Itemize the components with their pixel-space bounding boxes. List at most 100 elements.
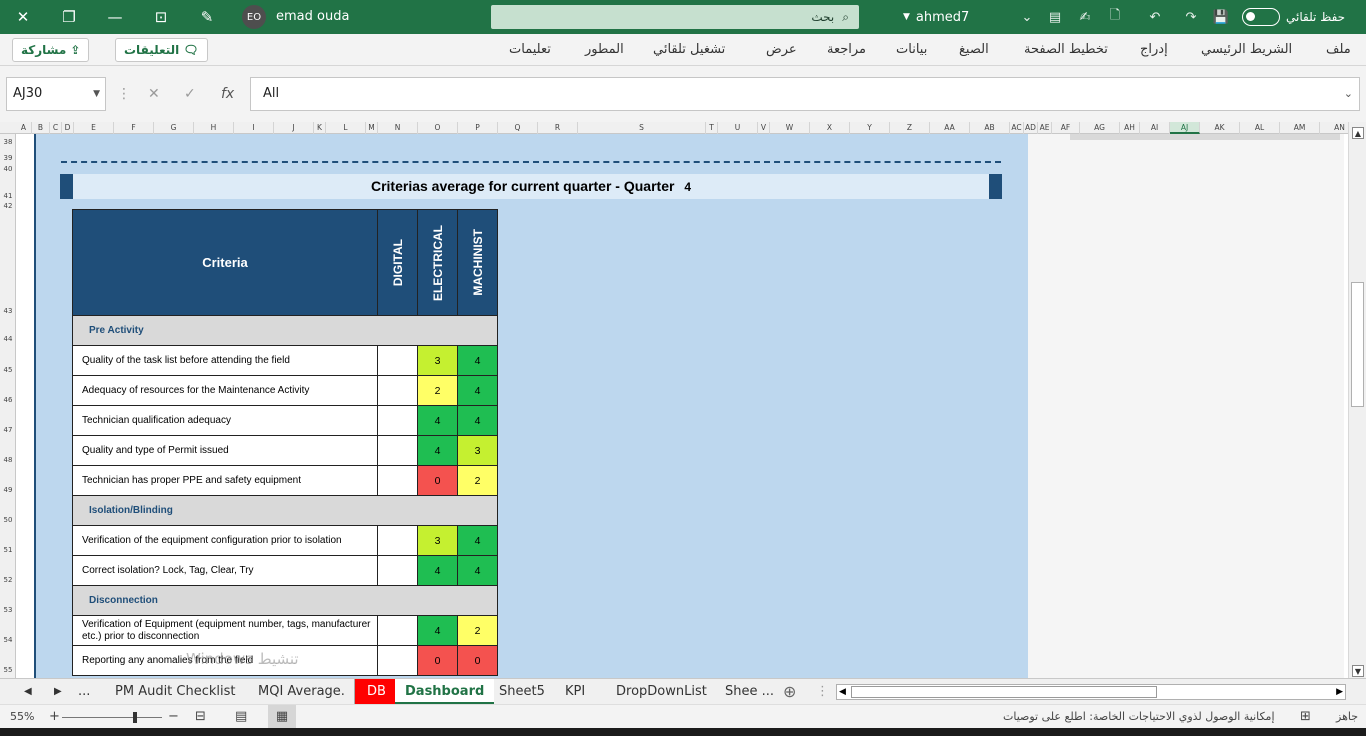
row-header-55[interactable]: 55	[0, 666, 15, 674]
machinist-value[interactable]: 0	[457, 645, 498, 676]
column-header-ad[interactable]: AD	[1024, 122, 1038, 134]
zoom-slider[interactable]	[62, 717, 162, 718]
column-header-x[interactable]: X	[810, 122, 850, 134]
digital-value[interactable]	[377, 375, 418, 406]
criteria-label[interactable]: Verification of the equipment configurat…	[72, 525, 378, 556]
edit-icon[interactable]: ✍	[1072, 0, 1098, 34]
tab-page-layout[interactable]: تخطيط الصفحة	[1024, 34, 1108, 66]
machinist-value[interactable]: 4	[457, 375, 498, 406]
customize-qat-icon[interactable]: ⌄	[1014, 0, 1040, 34]
scroll-down-icon[interactable]: ▼	[1352, 665, 1364, 677]
zoom-out-icon[interactable]: −	[168, 705, 179, 729]
row-header-42[interactable]: 42	[0, 202, 15, 210]
file-name-dropdown[interactable]: ▼ ahmed7	[903, 0, 969, 34]
machinist-value[interactable]: 3	[457, 435, 498, 466]
name-box[interactable]: AJ30 ▼	[6, 77, 106, 111]
row-header-53[interactable]: 53	[0, 606, 15, 614]
criteria-label[interactable]: Technician qualification adequacy	[72, 405, 378, 436]
row-header-40[interactable]: 40	[0, 165, 15, 173]
column-header-u[interactable]: U	[718, 122, 758, 134]
row-header-38[interactable]: 38	[0, 138, 15, 146]
tab-sheet-truncated[interactable]: Shee ...	[725, 679, 774, 705]
column-header-w[interactable]: W	[770, 122, 810, 134]
row-header-43[interactable]: 43	[0, 307, 15, 315]
column-header-b[interactable]: B	[32, 122, 50, 134]
column-header-y[interactable]: Y	[850, 122, 890, 134]
vertical-scroll-thumb[interactable]	[1351, 282, 1364, 407]
column-header-ak[interactable]: AK	[1200, 122, 1240, 134]
electrical-value[interactable]: 4	[417, 435, 458, 466]
tab-dashboard[interactable]: Dashboard	[395, 679, 495, 705]
tab-mqi-average[interactable]: MQI Average.	[258, 679, 345, 705]
row-header-47[interactable]: 47	[0, 426, 15, 434]
column-header-f[interactable]: F	[114, 122, 154, 134]
autosave-toggle[interactable]: حفظ تلقائي	[1242, 0, 1345, 34]
electrical-value[interactable]: 3	[417, 525, 458, 556]
criteria-label[interactable]: Quality and type of Permit issued	[72, 435, 378, 466]
column-header-z[interactable]: Z	[890, 122, 930, 134]
criteria-label[interactable]: Verification of Equipment (equipment num…	[72, 615, 378, 646]
column-header-ah[interactable]: AH	[1120, 122, 1140, 134]
close-icon[interactable]: ✕	[0, 0, 46, 34]
minimize-icon[interactable]: —	[92, 0, 138, 34]
search-box[interactable]: بحث ⌕	[491, 5, 859, 29]
tab-dropdownlist[interactable]: DropDownList	[616, 679, 707, 705]
row-header-46[interactable]: 46	[0, 396, 15, 404]
form-icon[interactable]: ▤	[1042, 0, 1068, 34]
machinist-value[interactable]: 4	[457, 555, 498, 586]
column-header-aj[interactable]: AJ	[1170, 122, 1200, 134]
enter-icon[interactable]: ✓	[184, 77, 196, 111]
column-header-d[interactable]: D	[62, 122, 74, 134]
comments-button[interactable]: التعليقات 🗨	[115, 38, 208, 62]
pen-icon[interactable]: ✎	[184, 0, 230, 34]
tab-splitter-icon[interactable]: ⋮	[816, 679, 829, 705]
digital-value[interactable]	[377, 345, 418, 376]
machinist-value[interactable]: 4	[457, 405, 498, 436]
tab-insert[interactable]: إدراج	[1140, 34, 1168, 66]
column-header-al[interactable]: AL	[1240, 122, 1280, 134]
column-header-af[interactable]: AF	[1052, 122, 1080, 134]
tab-pm-audit-checklist[interactable]: PM Audit Checklist	[115, 679, 236, 705]
row-header-54[interactable]: 54	[0, 636, 15, 644]
electrical-value[interactable]: 4	[417, 405, 458, 436]
column-header-j[interactable]: J	[274, 122, 314, 134]
tab-formulas[interactable]: الصيغ	[959, 34, 989, 66]
column-header-ag[interactable]: AG	[1080, 122, 1120, 134]
tab-db[interactable]: DB	[354, 679, 399, 705]
more-icon[interactable]: ⋮	[117, 77, 131, 111]
column-header-ai[interactable]: AI	[1140, 122, 1170, 134]
ribbon-display-icon[interactable]: ⊡	[138, 0, 184, 34]
column-header-n[interactable]: N	[378, 122, 418, 134]
accessibility-status[interactable]: إمكانية الوصول لذوي الاحتياجات الخاصة: ا…	[1003, 705, 1275, 729]
zoom-level[interactable]: 55%	[10, 705, 34, 729]
row-header-39[interactable]: 39	[0, 154, 15, 162]
digital-value[interactable]	[377, 435, 418, 466]
machinist-value[interactable]: 4	[457, 525, 498, 556]
scroll-right-icon[interactable]: ▶	[1336, 685, 1343, 699]
worksheet-grid[interactable]: Criterias average for current quarter - …	[16, 134, 1346, 678]
avatar[interactable]: EO	[242, 5, 266, 29]
machinist-value[interactable]: 4	[457, 345, 498, 376]
zoom-in-icon[interactable]: +	[49, 705, 60, 729]
redo-icon[interactable]: ↷	[1178, 0, 1204, 34]
column-header-r[interactable]: R	[538, 122, 578, 134]
row-header-41[interactable]: 41	[0, 192, 15, 200]
scroll-left-icon[interactable]: ◀	[839, 685, 846, 699]
row-header-52[interactable]: 52	[0, 576, 15, 584]
tab-view[interactable]: عرض	[766, 34, 797, 66]
insert-function-icon[interactable]: fx	[221, 77, 234, 111]
tab-sheet5[interactable]: Sheet5	[499, 679, 545, 705]
column-header-ab[interactable]: AB	[970, 122, 1010, 134]
tab-data[interactable]: بيانات	[896, 34, 927, 66]
column-header-h[interactable]: H	[194, 122, 234, 134]
digital-value[interactable]	[377, 465, 418, 496]
horizontal-scrollbar[interactable]: ◀ ▶	[836, 684, 1346, 700]
column-header-ac[interactable]: AC	[1010, 122, 1024, 134]
vertical-scrollbar[interactable]: ▲ ▼	[1348, 122, 1366, 678]
tab-developer[interactable]: المطور	[585, 34, 624, 66]
machinist-value[interactable]: 2	[457, 615, 498, 646]
criteria-label[interactable]: Quality of the task list before attendin…	[72, 345, 378, 376]
user-name[interactable]: emad ouda	[276, 0, 349, 34]
criteria-label[interactable]: Adequacy of resources for the Maintenanc…	[72, 375, 378, 406]
column-header-ae[interactable]: AE	[1038, 122, 1052, 134]
